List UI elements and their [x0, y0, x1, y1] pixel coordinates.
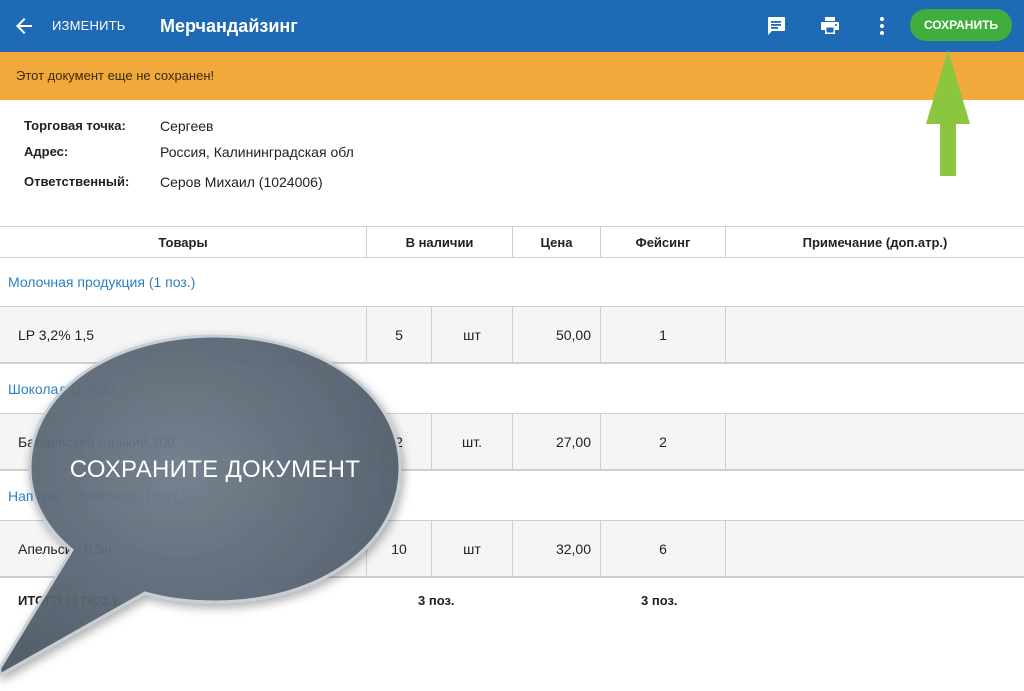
address-value: Россия, Калининградская обл — [160, 144, 354, 160]
table-row[interactable]: Апельсин 0,5л 10 шт 32,00 6 — [0, 520, 1024, 578]
product-name: LP 3,2% 1,5 — [0, 307, 367, 363]
header-note: Примечание (доп.атр.) — [802, 235, 948, 250]
table-row[interactable]: LP 3,2% 1,5 5 шт 50,00 1 — [0, 306, 1024, 364]
print-button[interactable] — [816, 12, 844, 40]
group-chocolate[interactable]: Шоколад (1 поз.) — [0, 365, 1024, 413]
back-arrow-icon[interactable] — [12, 14, 36, 38]
total-qty: 3 поз. — [418, 593, 455, 608]
unit-cell: шт — [432, 521, 513, 577]
group-title[interactable]: Молочная продукция (1 поз.) — [8, 258, 195, 306]
note-cell[interactable] — [726, 307, 1024, 363]
total-row: ИТОГО (3 ПОЗ.) 3 поз. 3 поз. — [0, 581, 1024, 621]
total-label: ИТОГО (3 ПОЗ.) — [18, 593, 117, 608]
print-icon — [821, 17, 839, 34]
facing-cell[interactable]: 6 — [601, 521, 726, 577]
comment-icon — [768, 17, 785, 35]
address-label: Адрес: — [24, 144, 69, 159]
unit-cell: шт — [432, 307, 513, 363]
header-facing: Фейсинг — [601, 227, 726, 258]
unsaved-warning-banner: Этот документ еще не сохранен! — [0, 52, 1024, 100]
outlet-label: Торговая точка: — [24, 118, 126, 133]
note-cell[interactable] — [726, 414, 1024, 470]
price-cell[interactable]: 50,00 — [513, 307, 601, 363]
facing-cell[interactable]: 2 — [601, 414, 726, 470]
unit-cell: шт. — [432, 414, 513, 470]
header-products: Товары — [0, 227, 367, 258]
responsible-value: Серов Михаил (1024006) — [160, 174, 323, 190]
page-title: Мерчандайзинг — [160, 16, 298, 36]
banner-text: Этот документ еще не сохранен! — [16, 68, 215, 83]
qty-cell[interactable]: 10 — [367, 521, 432, 577]
total-facing: 3 поз. — [641, 593, 678, 608]
qty-cell[interactable]: 5 — [367, 307, 432, 363]
group-title[interactable]: Шоколад (1 поз.) — [8, 365, 117, 413]
comment-button[interactable] — [762, 12, 790, 40]
price-cell[interactable]: 27,00 — [513, 414, 601, 470]
responsible-label: Ответственный: — [24, 174, 130, 189]
more-vert-icon — [880, 17, 884, 35]
header-in-stock: В наличии — [367, 227, 513, 258]
header-price: Цена — [513, 227, 601, 258]
callout-text: СОХРАНИТЕ ДОКУМЕНТ — [69, 456, 361, 483]
group-dairy[interactable]: Молочная продукция (1 поз.) — [0, 258, 1024, 306]
table-header: Товары В наличии Цена Фейсинг Примечание… — [0, 226, 1024, 258]
outlet-value: Сергеев — [160, 118, 214, 134]
facing-cell[interactable]: 1 — [601, 307, 726, 363]
product-name: Апельсин 0,5л — [0, 521, 367, 577]
save-button[interactable]: СОХРАНИТЬ — [910, 9, 1012, 41]
app-bar: ИЗМЕНИТЬ Мерчандайзинг СОХРАНИТЬ — [0, 0, 1024, 52]
note-cell[interactable] — [726, 521, 1024, 577]
more-options-button[interactable] — [868, 12, 896, 40]
edit-button[interactable]: ИЗМЕНИТЬ — [52, 0, 126, 52]
price-cell[interactable]: 32,00 — [513, 521, 601, 577]
